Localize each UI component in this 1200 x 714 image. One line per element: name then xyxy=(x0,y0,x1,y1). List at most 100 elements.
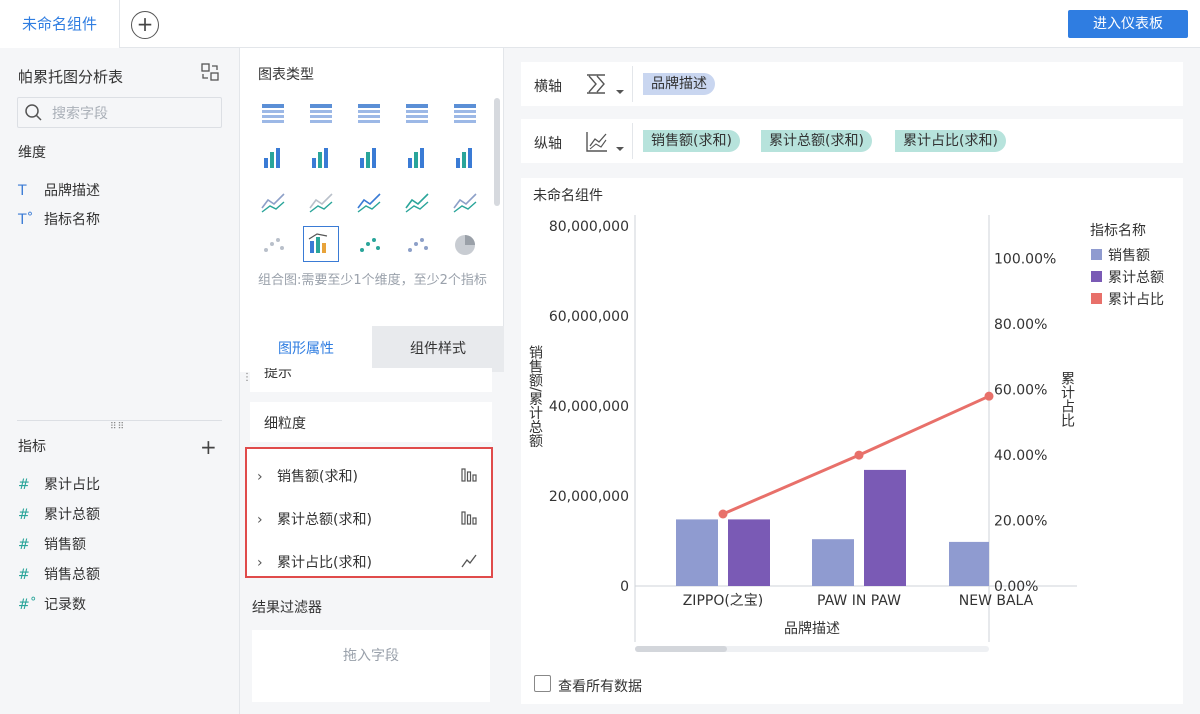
dimension-field-brand[interactable]: T 品牌描述 xyxy=(18,180,100,200)
series-label: 销售额(求和) xyxy=(277,469,358,485)
view-all-checkbox[interactable] xyxy=(534,675,551,692)
y-axis-pill-cum-total[interactable]: 累计总额(求和) xyxy=(761,130,872,152)
result-filter-label: 结果过滤器 xyxy=(252,600,322,616)
legend-label: 累计占比 xyxy=(1108,292,1164,308)
y-axis-chart-icon[interactable] xyxy=(584,129,626,155)
y-axis-pill-sales[interactable]: 销售额(求和) xyxy=(643,130,740,152)
tooltip-property[interactable]: 提示 xyxy=(250,368,492,392)
panel-divider[interactable] xyxy=(17,420,222,421)
metric-field-record-count[interactable]: #˚ 记录数 xyxy=(18,594,86,614)
field-label: 累计占比 xyxy=(44,477,100,493)
combo-chart-hint: 组合图:需要至少1个维度，至少2个指标 xyxy=(258,273,487,288)
cross-table-icon[interactable] xyxy=(306,98,336,128)
combo-chart-icon[interactable] xyxy=(303,226,339,262)
number-type-icon: # xyxy=(18,567,30,583)
y-axis-label: 纵轴 xyxy=(534,136,562,152)
x-axis-sort-icon[interactable] xyxy=(584,72,626,98)
legend-swatch xyxy=(1091,249,1102,260)
widget-title: 未命名组件 xyxy=(533,188,603,204)
search-icon xyxy=(25,104,42,121)
chart-scrollbar-thumb xyxy=(635,646,727,652)
scatter-icon[interactable] xyxy=(354,230,384,260)
bar-icon[interactable] xyxy=(450,142,480,172)
chart-type-label: 图表类型 xyxy=(258,67,314,83)
kpi-icon[interactable] xyxy=(258,142,288,172)
y2-tick-label: 40.00% xyxy=(994,448,1047,464)
number-icon[interactable] xyxy=(402,98,432,128)
x-tick-label: PAW IN PAW xyxy=(817,593,901,609)
y-axis-pill-cum-ratio[interactable]: 累计占比(求和) xyxy=(895,130,1006,152)
granularity-property[interactable]: 细粒度 xyxy=(250,402,492,442)
series-row-cum-ratio[interactable]: › 累计占比(求和) xyxy=(257,552,372,572)
stack-bar-icon[interactable] xyxy=(402,142,432,172)
range-icon[interactable] xyxy=(258,186,288,216)
metric-field-cum-total[interactable]: # 累计总额 xyxy=(18,504,100,524)
map-icon[interactable] xyxy=(306,142,336,172)
detail-table-icon[interactable] xyxy=(354,98,384,128)
axis-divider xyxy=(632,123,633,159)
table-icon[interactable] xyxy=(258,98,288,128)
number-type-icon: # xyxy=(18,477,30,493)
number-type-icon: # xyxy=(18,537,30,553)
scatter-step-icon[interactable] xyxy=(306,186,336,216)
metric-field-sales-total[interactable]: # 销售总额 xyxy=(18,564,100,584)
filter-drop-zone[interactable] xyxy=(252,630,490,702)
dimension-field-metric-name[interactable]: T˚ 指标名称 xyxy=(18,209,100,229)
point-cum-ratio xyxy=(718,509,728,519)
field-label: 销售额 xyxy=(44,537,86,553)
metric-field-cum-ratio[interactable]: # 累计占比 xyxy=(18,474,100,494)
bar-cum-total xyxy=(728,519,770,586)
chevron-right-icon[interactable]: › xyxy=(257,512,277,528)
drop-field-hint: 拖入字段 xyxy=(343,648,399,664)
search-input[interactable] xyxy=(17,97,222,128)
bar-chart-icon[interactable] xyxy=(460,466,478,484)
bubble-icon[interactable] xyxy=(402,230,432,260)
view-all-label: 查看所有数据 xyxy=(558,679,642,695)
y-tick-label: 60,000,000 xyxy=(549,309,629,325)
field-label: 品牌描述 xyxy=(44,183,100,199)
tooltip-label: 提示 xyxy=(264,368,292,381)
point-cum-ratio xyxy=(984,391,994,401)
bar-chart-icon[interactable] xyxy=(460,509,478,527)
bar-sales xyxy=(812,539,854,586)
number-type-icon: # xyxy=(18,507,30,523)
chevron-right-icon[interactable]: › xyxy=(257,555,277,571)
x-axis-pill-brand[interactable]: 品牌描述 xyxy=(643,73,715,95)
wave-line-icon[interactable] xyxy=(354,186,384,216)
tab-component-style[interactable]: 组件样式 xyxy=(372,326,504,372)
metric-field-sales[interactable]: # 销售额 xyxy=(18,534,86,554)
y-tick-label: 40,000,000 xyxy=(549,399,629,415)
series-row-cum-total[interactable]: › 累计总额(求和) xyxy=(257,509,372,529)
point-cum-ratio xyxy=(854,450,864,460)
switch-dataset-icon[interactable] xyxy=(200,62,220,82)
add-tab-icon[interactable]: + xyxy=(131,11,159,39)
resize-handle-icon[interactable]: ⠿⠿ xyxy=(110,422,125,432)
metric-section-label: 指标 xyxy=(18,439,46,455)
combo-line-icon[interactable] xyxy=(402,186,432,216)
y-axis-title: 销售额/累计总额 xyxy=(527,345,543,448)
y-tick-label: 0 xyxy=(620,579,629,595)
enter-dashboard-button[interactable]: 进入仪表板 xyxy=(1068,10,1188,38)
add-metric-icon[interactable]: + xyxy=(200,435,217,459)
x-axis-label: 横轴 xyxy=(534,79,562,95)
multi-bar-icon[interactable] xyxy=(354,142,384,172)
area-icon[interactable] xyxy=(258,230,288,260)
chevron-right-icon[interactable]: › xyxy=(257,469,277,485)
y2-tick-label: 100.00% xyxy=(994,252,1056,268)
tab-unnamed-widget[interactable]: 未命名组件 xyxy=(0,0,120,48)
y2-tick-label: 80.00% xyxy=(994,317,1047,333)
dimension-section-label: 维度 xyxy=(18,145,46,161)
radar-icon[interactable] xyxy=(450,186,480,216)
x-tick-label: ZIPPO(之宝) xyxy=(683,593,764,609)
line-chart-icon[interactable] xyxy=(460,552,478,570)
field-label: 记录数 xyxy=(44,597,86,613)
series-row-sales[interactable]: › 销售额(求和) xyxy=(257,466,358,486)
axis-divider xyxy=(632,66,633,102)
chart-type-scrollbar[interactable] xyxy=(494,98,500,206)
series-label: 累计占比(求和) xyxy=(277,555,372,571)
pie-icon[interactable] xyxy=(450,230,480,260)
granularity-label: 细粒度 xyxy=(264,416,306,432)
text-icon[interactable] xyxy=(450,98,480,128)
tab-graph-properties[interactable]: 图形属性 xyxy=(240,326,372,372)
bar-sales xyxy=(676,519,718,586)
